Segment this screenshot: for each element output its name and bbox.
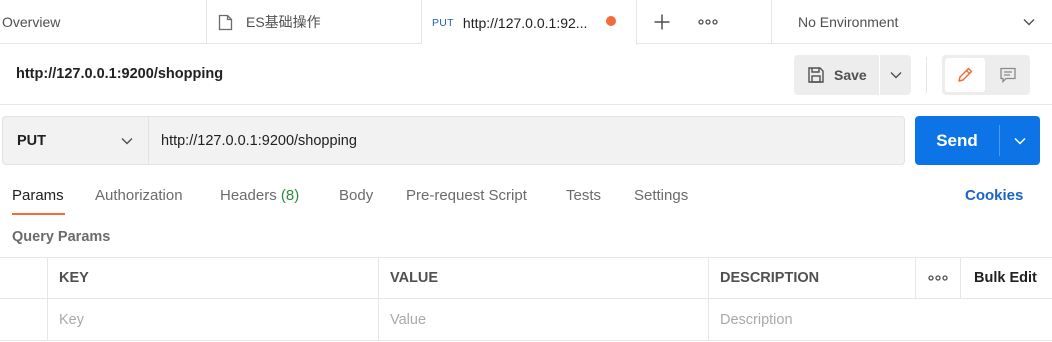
tab-options-button[interactable] <box>694 8 722 36</box>
send-options-button[interactable] <box>1000 116 1040 165</box>
key-input[interactable]: Key <box>47 299 378 340</box>
tab-collection-label: ES基础操作 <box>246 14 321 30</box>
tab-collection[interactable]: ES基础操作 <box>207 0 422 44</box>
tab-headers-label: Headers <box>220 187 277 204</box>
comment-icon <box>1000 67 1016 84</box>
chevron-down-icon <box>890 72 902 79</box>
environment-selector[interactable]: No Environment <box>771 0 1052 44</box>
bulk-edit-button[interactable]: Bulk Edit <box>960 258 1052 298</box>
column-options-button[interactable] <box>915 258 960 298</box>
tab-bar: Overview ES基础操作 PUT http://127.0.0.1:92.… <box>0 0 1052 45</box>
table-header-row: KEY VALUE DESCRIPTION Bulk Edit <box>0 257 1052 299</box>
more-dots-icon <box>698 19 718 25</box>
column-header-value: VALUE <box>378 258 708 298</box>
query-params-table: KEY VALUE DESCRIPTION Bulk Edit Key Valu… <box>0 257 1052 342</box>
send-button-group: Send <box>915 116 1040 165</box>
column-header-key: KEY <box>47 258 378 298</box>
tab-body[interactable]: Body <box>339 187 373 204</box>
tab-overview-label: Overview <box>2 14 61 30</box>
tab-params[interactable]: Params <box>12 187 64 204</box>
chevron-down-icon <box>121 138 133 145</box>
view-mode-toggle <box>942 55 1030 95</box>
tab-method-tag: PUT <box>432 16 454 29</box>
tab-active-request[interactable]: PUT http://127.0.0.1:92... <box>422 0 637 45</box>
url-value: http://127.0.0.1:9200/shopping <box>161 132 357 149</box>
tab-overview[interactable]: Overview <box>0 0 207 44</box>
chevron-down-icon <box>1014 137 1026 145</box>
divider <box>926 57 927 93</box>
url-input[interactable]: http://127.0.0.1:9200/shopping <box>148 116 905 165</box>
comments-button[interactable] <box>988 58 1028 92</box>
save-label: Save <box>834 67 867 83</box>
active-tab-indicator <box>12 213 65 215</box>
description-input[interactable]: Description <box>708 299 1052 340</box>
tab-settings[interactable]: Settings <box>634 187 688 204</box>
request-header: http://127.0.0.1:9200/shopping Save <box>0 45 1052 105</box>
table-row: Key Value Description <box>0 299 1052 341</box>
plus-icon <box>654 14 670 30</box>
tab-active-label: http://127.0.0.1:92... <box>462 14 588 31</box>
chevron-down-icon <box>1023 19 1035 26</box>
pencil-icon <box>958 67 973 82</box>
edit-mode-button[interactable] <box>945 58 985 92</box>
send-label: Send <box>936 130 978 150</box>
method-label: PUT <box>17 132 46 149</box>
send-button[interactable]: Send <box>915 116 999 165</box>
tab-pre-request-script[interactable]: Pre-request Script <box>406 187 527 204</box>
cookies-link[interactable]: Cookies <box>965 187 1023 204</box>
column-header-description: DESCRIPTION <box>708 258 915 298</box>
new-tab-button[interactable] <box>648 8 676 36</box>
headers-count-badge: (8) <box>280 187 300 204</box>
more-dots-icon <box>928 275 948 281</box>
tab-tests[interactable]: Tests <box>566 187 601 204</box>
tab-authorization[interactable]: Authorization <box>95 187 183 204</box>
tab-headers[interactable]: Headers (8) <box>220 187 299 204</box>
save-button[interactable]: Save <box>794 55 880 95</box>
value-input[interactable]: Value <box>378 299 708 340</box>
save-button-group: Save <box>794 55 911 95</box>
unsaved-dot-icon <box>606 16 616 26</box>
document-icon <box>218 14 233 30</box>
environment-label: No Environment <box>798 14 899 30</box>
request-title[interactable]: http://127.0.0.1:9200/shopping <box>16 66 223 82</box>
save-icon <box>808 67 824 83</box>
query-params-heading: Query Params <box>12 229 111 245</box>
request-tabs: Params Authorization Headers (8) Body Pr… <box>0 180 1052 216</box>
save-options-button[interactable] <box>881 55 911 95</box>
method-select[interactable]: PUT <box>2 116 148 165</box>
